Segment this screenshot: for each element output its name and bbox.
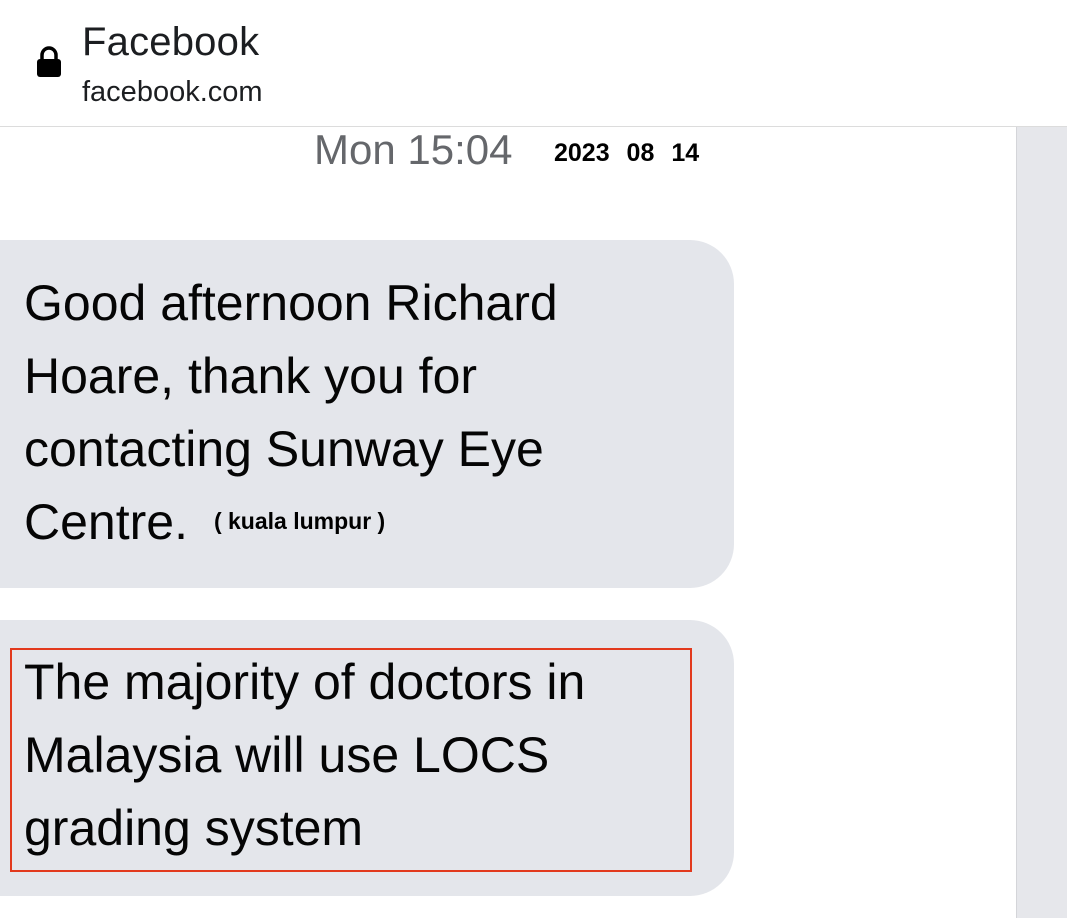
message-timestamp: Mon 15:04 [314, 126, 513, 173]
message-body: The majority of doctors in Malaysia will… [24, 654, 586, 856]
scrollbar-track[interactable] [1016, 127, 1067, 918]
lock-icon [36, 46, 62, 78]
message-text: Good afternoon Richard Hoare, thank you … [24, 267, 664, 559]
site-url[interactable]: facebook.com [82, 76, 263, 109]
location-annotation: ( kuala lumpur ) [213, 508, 386, 534]
browser-header: Facebook facebook.com [0, 0, 1067, 127]
message-text: The majority of doctors in Malaysia will… [24, 646, 664, 865]
date-annotation: 2023 08 14 [554, 139, 700, 167]
site-title: Facebook [82, 20, 260, 64]
